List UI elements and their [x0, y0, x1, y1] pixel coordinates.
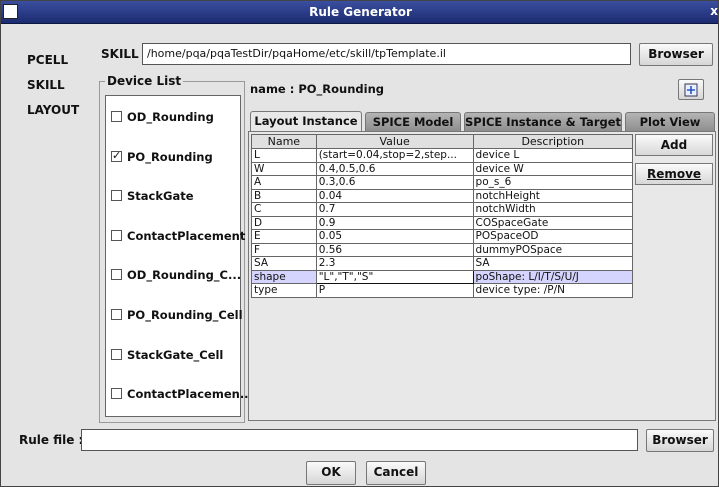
checkbox[interactable] — [111, 111, 122, 122]
cell-name[interactable]: F — [251, 242, 317, 257]
device-item-label: StackGate_Cell — [127, 348, 224, 362]
device-list: OD_Rounding PO_Rounding StackGate Contac… — [105, 95, 253, 417]
cell-description[interactable]: po_s_6 — [472, 175, 634, 190]
cell-description[interactable]: COSpaceGate — [472, 215, 634, 230]
cell-name[interactable]: E — [251, 229, 317, 244]
device-item-label: ContactPlacemen... — [127, 387, 253, 401]
rule-file-label: Rule file : — [19, 433, 84, 447]
skill-path-field[interactable]: /home/pqa/pqaTestDir/pqaHome/etc/skill/t… — [142, 43, 631, 65]
cell-name[interactable]: B — [251, 188, 317, 203]
device-item-od-rounding-cell[interactable]: OD_Rounding_C... — [111, 268, 241, 282]
tab-layout-instance[interactable]: Layout Instance — [250, 111, 362, 132]
table-row[interactable]: type Pdevice type: /P/N — [251, 283, 634, 298]
column-header-value[interactable]: Value — [315, 134, 474, 149]
table-row[interactable]: F 0.56 dummyPOSpace — [251, 242, 634, 257]
device-list-title: Device List — [105, 74, 184, 88]
cell-value[interactable]: 0.9 — [315, 215, 474, 230]
tab-spice-instance-target[interactable]: SPICE Instance & Target — [464, 112, 622, 131]
column-header-name[interactable]: Name — [251, 134, 317, 149]
rule-generator-window: Rule Generator x PCELL SKILL LAYOUT SKIL… — [0, 0, 719, 487]
device-name-label: name : PO_Rounding — [250, 82, 385, 96]
cell-description[interactable]: dummyPOSpace — [472, 242, 634, 257]
device-item-po-rounding-cell[interactable]: PO_Rounding_Cell — [111, 308, 243, 322]
rule-file-field[interactable] — [81, 429, 638, 451]
cell-name[interactable]: SA — [251, 256, 317, 271]
device-item-po-rounding[interactable]: PO_Rounding — [111, 149, 213, 164]
rule-file-browse-button[interactable]: Browser — [646, 429, 714, 452]
table-row[interactable]: C 0.7 notchWidth — [251, 202, 634, 217]
skill-label: SKILL — [101, 47, 139, 61]
table-row[interactable]: B 0.04 notchHeight — [251, 188, 634, 203]
cell-description[interactable]: device W — [472, 161, 634, 176]
device-item-label: ContactPlacement — [127, 229, 246, 243]
cell-description[interactable]: device L — [472, 148, 634, 163]
add-button[interactable]: Add — [635, 134, 713, 156]
cell-description[interactable]: device type: /P/N — [472, 283, 634, 298]
cell-description[interactable]: notchWidth — [472, 202, 634, 217]
cell-name[interactable]: type — [251, 283, 317, 298]
checkbox[interactable] — [111, 190, 122, 201]
column-header-description[interactable]: Description — [472, 134, 634, 149]
remove-button[interactable]: Remove — [635, 163, 713, 185]
cell-value[interactable]: (start=0.04,stop=2,step... — [315, 148, 474, 163]
table-row[interactable]: L (start=0.04,stop=2,step... device L — [251, 148, 634, 163]
cell-name[interactable]: W — [251, 161, 317, 176]
insert-icon — [684, 83, 698, 96]
table-row[interactable]: W 0.4,0.5,0.6 device W — [251, 161, 634, 176]
device-item-label: PO_Rounding_Cell — [127, 308, 243, 322]
table-row-selected[interactable]: shape "L","T","S" poShape: L/I/T/S/U/J — [251, 269, 634, 284]
device-item-stackgate-cell[interactable]: StackGate_Cell — [111, 348, 223, 362]
cell-description[interactable]: SA — [472, 256, 634, 271]
checkbox-checked[interactable] — [111, 149, 122, 162]
device-item-label: OD_Rounding_C... — [127, 268, 242, 282]
cell-name[interactable]: L — [251, 148, 317, 163]
cell-value[interactable]: 0.04 — [315, 188, 474, 203]
checkbox[interactable] — [111, 349, 122, 360]
cell-value[interactable]: 0.4,0.5,0.6 — [315, 161, 474, 176]
device-item-contactplacement[interactable]: ContactPlacement — [111, 229, 245, 243]
cell-value[interactable]: 0.05 — [315, 229, 474, 244]
cell-name[interactable]: D — [251, 215, 317, 230]
cell-description[interactable]: poShape: L/I/T/S/U/J — [472, 269, 634, 284]
table-header-row: Name Value Description — [251, 134, 634, 149]
cancel-button[interactable]: Cancel — [366, 461, 426, 485]
checkbox[interactable] — [111, 230, 122, 241]
close-icon[interactable]: x — [710, 4, 718, 18]
checkbox[interactable] — [111, 388, 122, 399]
tab-spice-model[interactable]: SPICE Model — [365, 112, 461, 131]
cell-description[interactable]: POSpaceOD — [472, 229, 634, 244]
table-row[interactable]: A 0.3,0.6 po_s_6 — [251, 175, 634, 190]
device-item-label: StackGate — [127, 189, 194, 203]
title-bar: Rule Generator x — [1, 1, 718, 24]
parameter-table: Name Value Description L (start=0.04,stop… — [251, 134, 634, 298]
device-item-label: OD_Rounding — [127, 110, 214, 124]
nav-layout[interactable]: LAYOUT — [27, 103, 79, 117]
nav-pcell[interactable]: PCELL — [27, 53, 68, 67]
window-title: Rule Generator — [309, 5, 412, 19]
table-row[interactable]: SA 2.3 SA — [251, 256, 634, 271]
cell-description[interactable]: notchHeight — [472, 188, 634, 203]
device-item-od-rounding[interactable]: OD_Rounding — [111, 110, 214, 124]
cell-value-editor[interactable]: "L","T","S" — [315, 269, 474, 284]
nav-skill[interactable]: SKILL — [27, 78, 65, 92]
insert-button[interactable] — [678, 79, 704, 100]
device-item-label: PO_Rounding — [127, 150, 213, 164]
cell-value[interactable]: 2.3 — [315, 256, 474, 271]
skill-browse-button[interactable]: Browser — [639, 43, 713, 66]
cell-value[interactable]: P — [315, 283, 474, 298]
device-item-contactplacement-cell[interactable]: ContactPlacemen... — [111, 387, 253, 401]
table-row[interactable]: E 0.05 POSpaceOD — [251, 229, 634, 244]
cell-value[interactable]: 0.7 — [315, 202, 474, 217]
device-item-stackgate[interactable]: StackGate — [111, 189, 194, 203]
cell-name[interactable]: A — [251, 175, 317, 190]
cell-name[interactable]: C — [251, 202, 317, 217]
cell-value[interactable]: 0.56 — [315, 242, 474, 257]
checkbox[interactable] — [111, 269, 122, 280]
cell-value[interactable]: 0.3,0.6 — [315, 175, 474, 190]
tab-plot-view[interactable]: Plot View — [625, 112, 715, 131]
cell-name[interactable]: shape — [251, 269, 317, 284]
table-row[interactable]: D 0.9 COSpaceGate — [251, 215, 634, 230]
checkbox[interactable] — [111, 309, 122, 320]
ok-button[interactable]: OK — [306, 461, 356, 485]
